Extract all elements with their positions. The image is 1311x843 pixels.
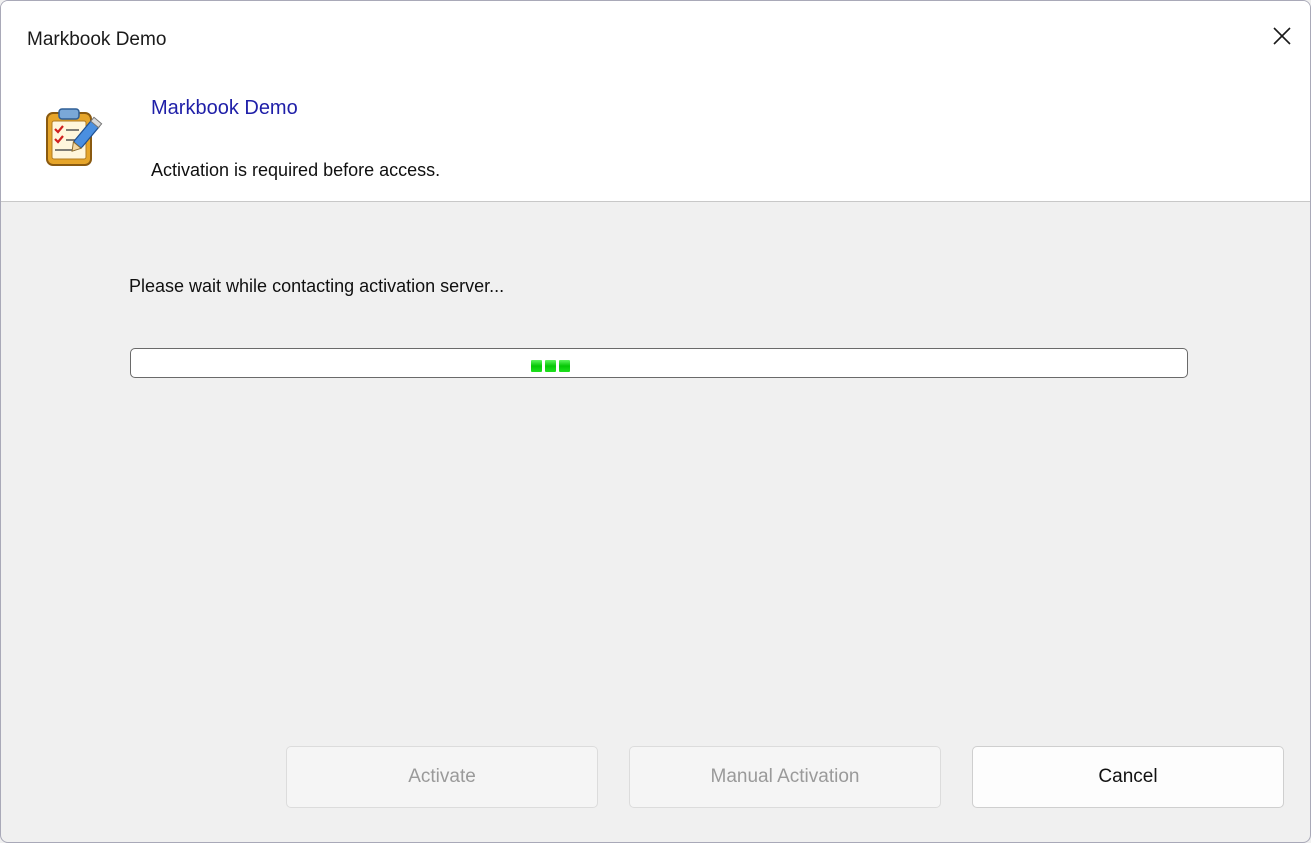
progress-block	[545, 360, 556, 372]
title-bar: Markbook Demo	[1, 1, 1310, 77]
activate-button[interactable]: Activate	[286, 746, 598, 808]
progress-block	[559, 360, 570, 372]
cancel-button[interactable]: Cancel	[972, 746, 1284, 808]
status-message: Please wait while contacting activation …	[129, 276, 505, 296]
close-icon	[1273, 27, 1291, 45]
progress-block	[531, 360, 542, 372]
manual-activation-button[interactable]: Manual Activation	[629, 746, 941, 808]
header-subtitle: Activation is required before access.	[151, 160, 441, 180]
header-title: Markbook Demo	[151, 97, 298, 119]
activation-progress-bar	[130, 348, 1188, 378]
activation-dialog: Markbook Demo Markbook Demo Activation i…	[0, 0, 1311, 843]
markbook-clipboard-icon	[46, 108, 103, 166]
window-title: Markbook Demo	[27, 29, 167, 50]
header-panel: Markbook Demo Activation is required bef…	[1, 77, 1310, 202]
close-button[interactable]	[1254, 1, 1310, 71]
